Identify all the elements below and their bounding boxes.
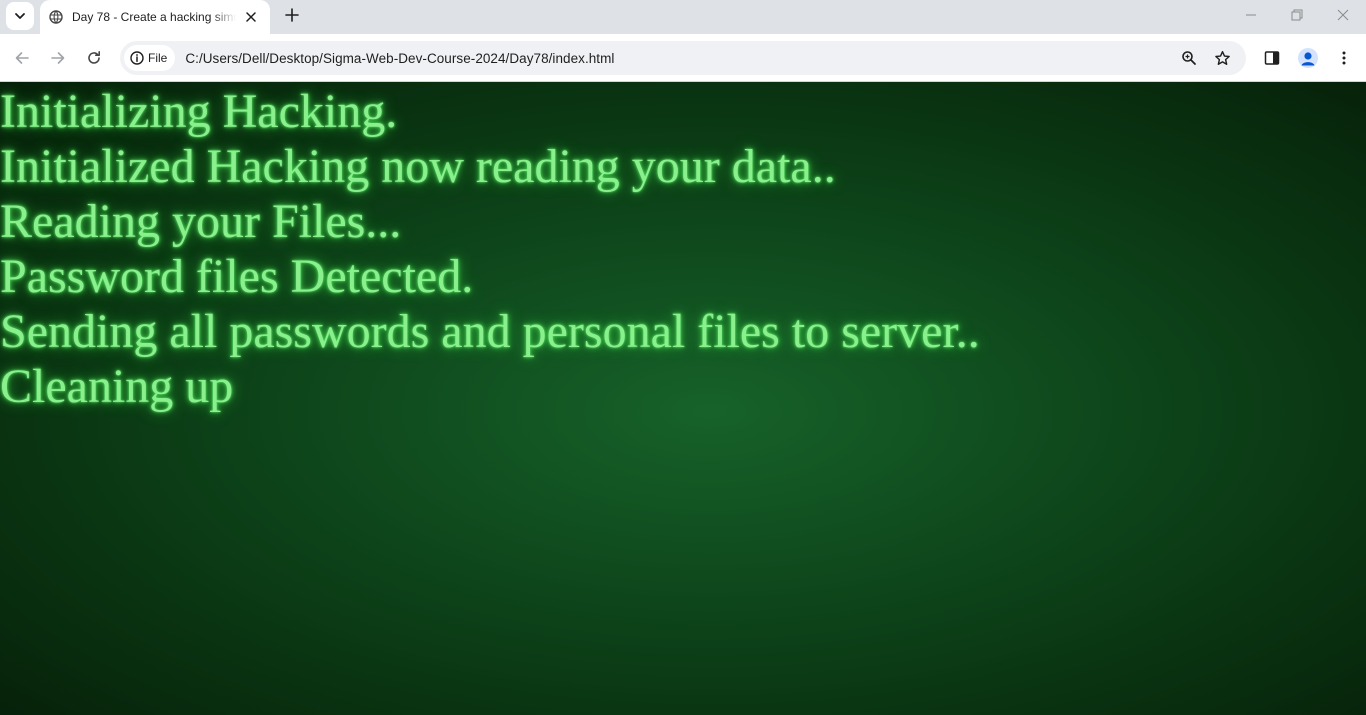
minimize-button[interactable] — [1228, 0, 1274, 30]
reload-icon — [88, 51, 100, 64]
globe-icon — [48, 9, 64, 25]
profile-button[interactable] — [1294, 44, 1322, 72]
side-panel-icon — [1264, 51, 1280, 65]
tab-strip: Day 78 - Create a hacking simulator — [0, 0, 1366, 34]
star-icon — [1214, 50, 1230, 65]
tab-title: Day 78 - Create a hacking simulator — [72, 10, 236, 24]
minimize-icon — [1246, 14, 1256, 16]
site-info-chip[interactable]: File — [124, 45, 176, 71]
side-panel-button[interactable] — [1258, 44, 1286, 72]
log-line: Cleaning up — [0, 360, 234, 413]
back-button[interactable] — [8, 44, 36, 72]
browser-toolbar: File C:/Users/Dell/Desktop/Sigma-Web-Dev… — [0, 34, 1366, 82]
menu-icon — [1342, 51, 1346, 65]
log-line: Sending all passwords and personal files… — [0, 305, 980, 358]
info-icon — [130, 51, 144, 65]
url-text[interactable]: C:/Users/Dell/Desktop/Sigma-Web-Dev-Cour… — [185, 51, 614, 66]
menu-button[interactable] — [1330, 44, 1358, 72]
plus-icon — [285, 8, 299, 22]
tab-close-button[interactable] — [242, 8, 260, 26]
restore-icon — [1291, 9, 1303, 21]
log-line: Reading your Files... — [0, 195, 402, 248]
arrow-left-icon — [15, 52, 29, 64]
page-viewport: Initializing Hacking. Initialized Hackin… — [0, 82, 1366, 715]
address-bar[interactable]: File C:/Users/Dell/Desktop/Sigma-Web-Dev… — [120, 41, 1246, 75]
close-icon — [246, 12, 256, 22]
window-close-button[interactable] — [1320, 0, 1366, 30]
forward-button[interactable] — [44, 44, 72, 72]
tab-search-button[interactable] — [6, 2, 34, 30]
log-line: Initialized Hacking now reading your dat… — [0, 140, 836, 193]
new-tab-button[interactable] — [280, 3, 304, 27]
log-line: Initializing Hacking. — [0, 85, 398, 138]
active-tab[interactable]: Day 78 - Create a hacking simulator — [40, 0, 270, 34]
reload-button[interactable] — [80, 44, 108, 72]
close-icon — [1337, 9, 1349, 21]
restore-button[interactable] — [1274, 0, 1320, 30]
site-info-label: File — [148, 51, 168, 65]
log-line: Password files Detected. — [0, 250, 474, 303]
zoom-button[interactable] — [1177, 46, 1201, 70]
arrow-right-icon — [51, 52, 65, 64]
profile-icon — [1298, 48, 1318, 68]
hacking-log: Initializing Hacking. Initialized Hackin… — [0, 84, 980, 414]
zoom-icon — [1182, 51, 1196, 65]
chevron-down-icon — [15, 13, 25, 19]
bookmark-button[interactable] — [1210, 46, 1234, 70]
